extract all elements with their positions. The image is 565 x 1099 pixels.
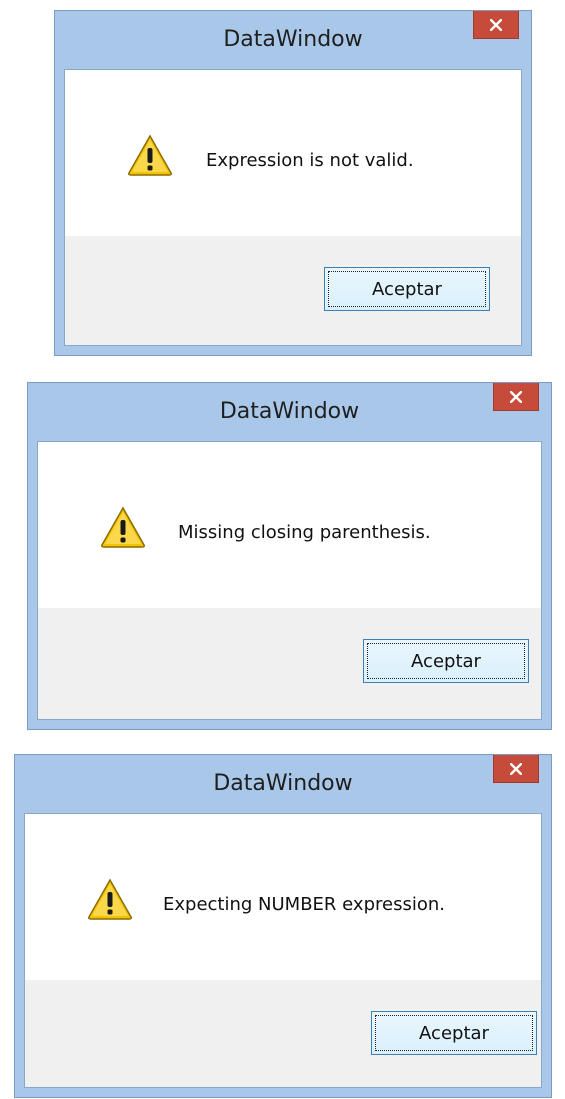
warning-icon: [88, 878, 132, 920]
title-bar[interactable]: DataWindow: [15, 755, 551, 813]
close-icon: [510, 762, 522, 775]
close-button[interactable]: [473, 11, 519, 39]
dialog-title: DataWindow: [223, 27, 363, 52]
message-area: Expression is not valid.: [65, 70, 521, 236]
title-bar[interactable]: DataWindow: [55, 11, 531, 69]
dialog-message: Expecting NUMBER expression.: [163, 894, 445, 915]
dialog-message: Expression is not valid.: [206, 150, 414, 171]
ok-button-label: Aceptar: [411, 650, 481, 672]
button-area: Aceptar: [38, 608, 541, 719]
close-icon: [490, 18, 502, 31]
dialog-title: DataWindow: [213, 771, 353, 796]
warning-icon: [101, 506, 145, 548]
title-bar[interactable]: DataWindow: [28, 383, 551, 441]
ok-button[interactable]: Aceptar: [324, 267, 490, 311]
close-icon: [510, 390, 522, 403]
dialog-title: DataWindow: [219, 399, 360, 424]
message-area: Missing closing parenthesis.: [38, 442, 541, 608]
dialog-client-area: Expression is not valid. Aceptar: [64, 69, 522, 346]
ok-button[interactable]: Aceptar: [371, 1011, 537, 1055]
ok-button[interactable]: Aceptar: [363, 639, 529, 683]
ok-button-label: Aceptar: [372, 278, 442, 300]
message-area: Expecting NUMBER expression.: [25, 814, 541, 980]
dialog-missing-closing-parenthesis: DataWindow Missing closing parenthesis. …: [27, 382, 552, 730]
close-button[interactable]: [493, 383, 539, 411]
button-area: Aceptar: [65, 236, 521, 345]
warning-icon: [128, 134, 172, 176]
ok-button-label: Aceptar: [419, 1022, 489, 1044]
dialog-client-area: Missing closing parenthesis. Aceptar: [37, 441, 542, 720]
dialog-client-area: Expecting NUMBER expression. Aceptar: [24, 813, 542, 1088]
button-area: Aceptar: [25, 980, 541, 1087]
dialog-expression-not-valid: DataWindow Expression is not valid. Acep…: [54, 10, 532, 356]
close-button[interactable]: [493, 755, 539, 783]
dialog-message: Missing closing parenthesis.: [178, 522, 431, 543]
dialog-expecting-number-expression: DataWindow Expecting NUMBER expression. …: [14, 754, 552, 1098]
